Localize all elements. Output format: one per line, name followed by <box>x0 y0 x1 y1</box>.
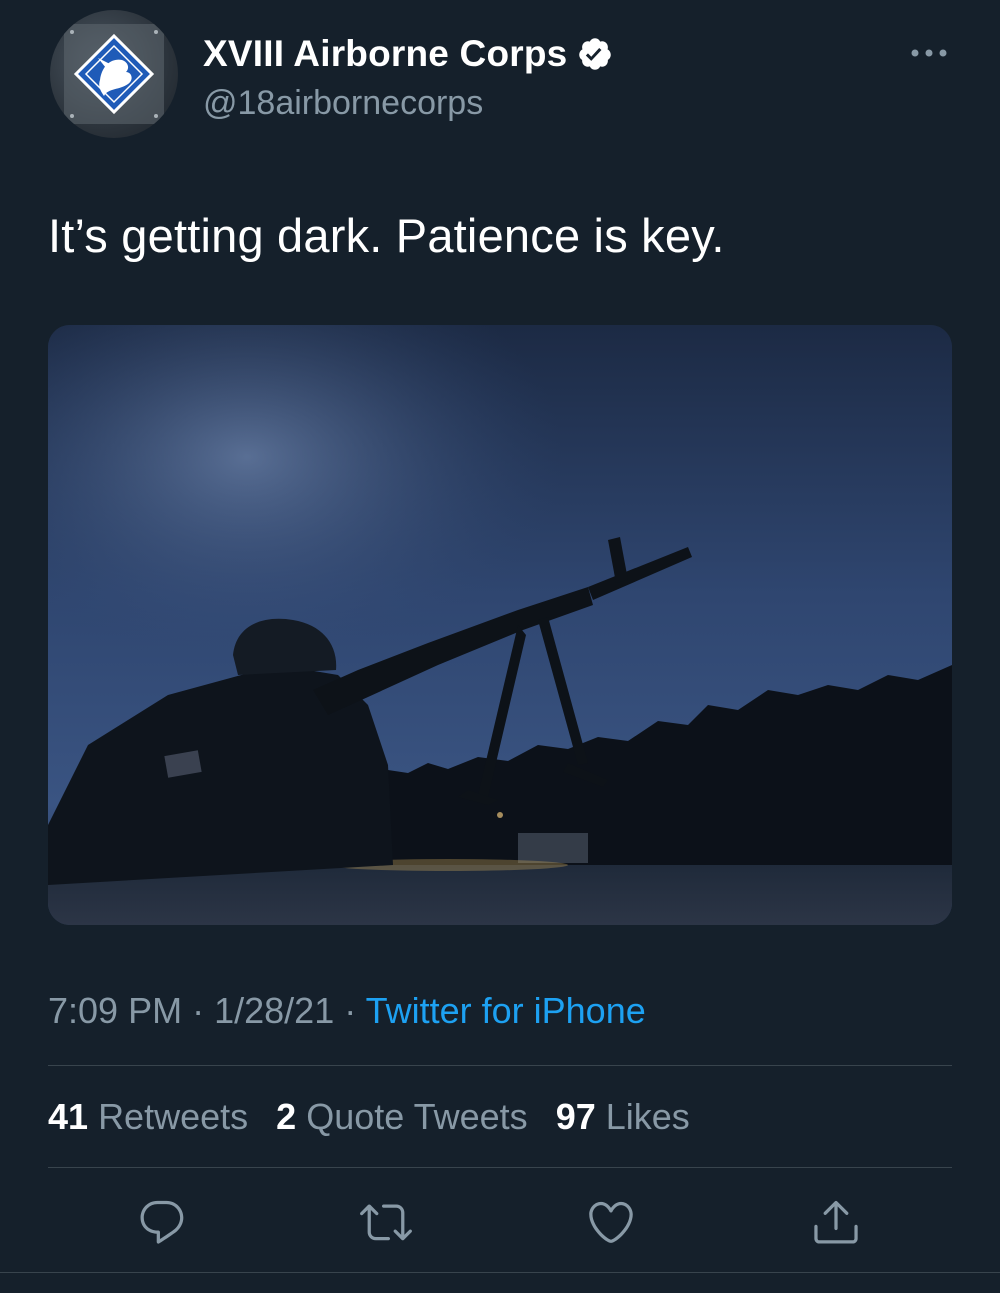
meta-separator: · <box>192 990 205 1031</box>
tweet-time: 7:09 PM <box>48 990 183 1031</box>
bottom-divider <box>0 1272 1000 1273</box>
tweet-date: 1/28/21 <box>214 990 335 1031</box>
more-horizontal-icon[interactable] <box>906 38 952 68</box>
tweet-source-link[interactable]: Twitter for iPhone <box>366 990 646 1031</box>
reply-icon[interactable] <box>136 1196 188 1248</box>
author-handle[interactable]: @18airbornecorps <box>203 84 483 123</box>
verified-badge-icon <box>579 38 612 70</box>
quote-tweets-count: 2 <box>276 1096 297 1137</box>
quote-tweets-stat[interactable]: 2 Quote Tweets <box>276 1096 538 1137</box>
avatar-emblem-image <box>64 24 164 124</box>
tweet-text: It’s getting dark. Patience is key. <box>48 209 725 262</box>
retweets-stat[interactable]: 41 Retweets <box>48 1096 258 1137</box>
likes-count: 97 <box>555 1096 596 1137</box>
divider-top <box>48 1065 952 1066</box>
tweet-meta: 7:09 PM · 1/28/21 · Twitter for iPhone <box>48 990 646 1032</box>
author-display-name[interactable]: XVIII Airborne Corps <box>203 33 567 75</box>
tweet-media-image[interactable] <box>48 325 952 925</box>
quote-tweets-label: Quote Tweets <box>306 1096 528 1137</box>
author-name-row[interactable]: XVIII Airborne Corps <box>203 32 613 76</box>
tweet-detail-page: XVIII Airborne Corps @18airbornecorps It… <box>0 0 1000 1293</box>
share-icon[interactable] <box>810 1196 862 1248</box>
retweets-label: Retweets <box>98 1096 249 1137</box>
author-avatar[interactable] <box>50 10 178 138</box>
divider-bottom <box>48 1167 952 1168</box>
likes-stat[interactable]: 97 Likes <box>556 1096 690 1137</box>
meta-separator-2: · <box>344 990 357 1031</box>
retweets-count: 41 <box>48 1096 89 1137</box>
tweet-stats: 41 Retweets 2 Quote Tweets 97 Likes <box>48 1096 708 1138</box>
soldier-silhouette-photo <box>48 325 952 925</box>
retweet-icon[interactable] <box>360 1196 412 1248</box>
likes-label: Likes <box>605 1096 690 1137</box>
heart-icon[interactable] <box>585 1196 637 1248</box>
